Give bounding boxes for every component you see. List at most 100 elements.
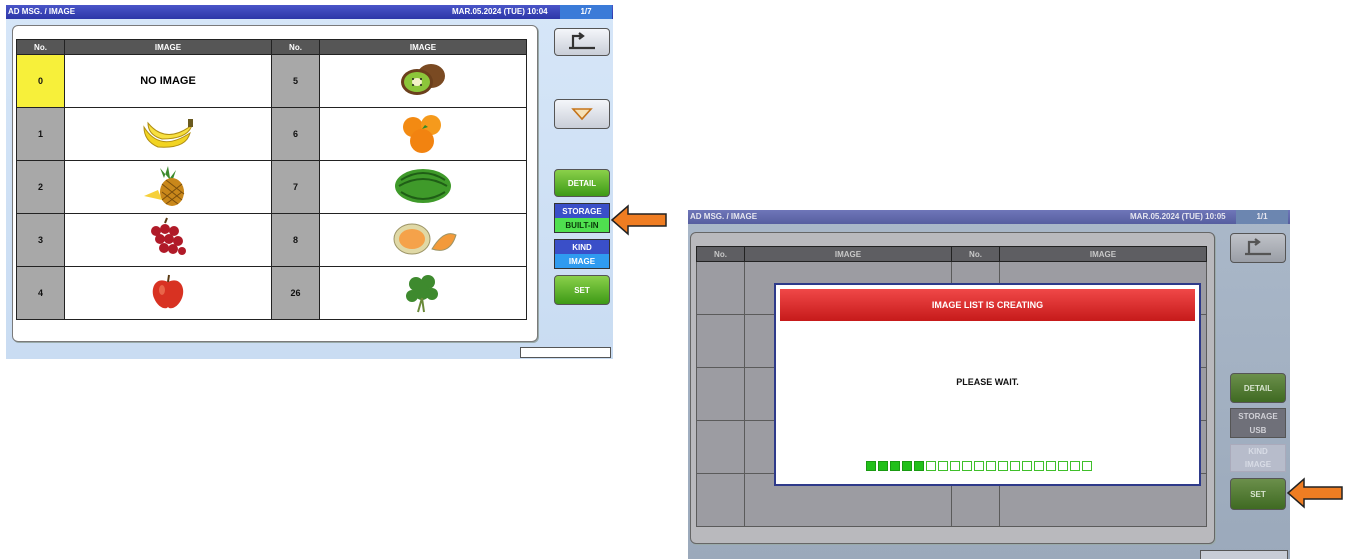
image-table: No. IMAGE No. IMAGE 0 NO IMAGE 5 1 6 2 7… — [16, 39, 527, 320]
set-button[interactable]: SET — [1230, 478, 1286, 510]
image-cell[interactable] — [64, 107, 272, 161]
image-cell[interactable] — [319, 160, 527, 214]
no-image-label: NO IMAGE — [140, 75, 196, 87]
progress-segment — [926, 461, 936, 471]
no-image-cell[interactable]: NO IMAGE — [64, 54, 272, 108]
return-arrow-icon — [569, 32, 595, 50]
banana-icon — [143, 119, 193, 148]
image-number-cell[interactable]: 3 — [16, 213, 65, 267]
image-cell[interactable] — [64, 160, 272, 214]
column-header-image: IMAGE — [744, 246, 952, 262]
detail-button[interactable]: DETAIL — [554, 169, 610, 197]
status-box — [1200, 550, 1288, 559]
column-header-no: No. — [951, 246, 1000, 262]
image-number-cell[interactable]: 26 — [271, 266, 320, 320]
progress-segment — [1082, 461, 1092, 471]
image-cell[interactable] — [64, 213, 272, 267]
column-header-no: No. — [16, 39, 65, 55]
progress-segment — [1034, 461, 1044, 471]
storage-label: STORAGE — [1231, 409, 1285, 423]
kind-label: KIND — [1231, 445, 1285, 458]
loading-dialog: IMAGE LIST IS CREATING PLEASE WAIT. — [774, 283, 1201, 486]
kind-value: IMAGE — [555, 254, 609, 268]
progress-segment — [1010, 461, 1020, 471]
column-header-no: No. — [696, 246, 745, 262]
progress-segment — [878, 461, 888, 471]
datetime: MAR.05.2024 (TUE) 10:04 — [452, 7, 548, 16]
progress-segment — [890, 461, 900, 471]
progress-segment — [1070, 461, 1080, 471]
back-button[interactable] — [554, 28, 610, 56]
orange-icon — [403, 115, 441, 153]
kind-value: IMAGE — [1231, 458, 1285, 471]
callout-arrow-icon — [610, 204, 667, 236]
screen-built-in: AD MSG. / IMAGE MAR.05.2024 (TUE) 10:04 … — [6, 5, 613, 359]
image-cell[interactable] — [319, 107, 527, 161]
image-number-cell[interactable]: 2 — [16, 160, 65, 214]
kind-indicator[interactable]: KIND IMAGE — [554, 239, 610, 269]
progress-segment — [1022, 461, 1032, 471]
watermelon-icon — [395, 169, 451, 203]
apple-icon — [152, 274, 184, 309]
page-indicator: 1/7 — [560, 5, 612, 19]
image-number-cell[interactable]: 7 — [271, 160, 320, 214]
progress-segment — [938, 461, 948, 471]
progress-segment — [1046, 461, 1056, 471]
empty-cell — [696, 367, 745, 421]
kind-label: KIND — [555, 240, 609, 254]
empty-cell — [696, 420, 745, 474]
progress-bar — [866, 461, 1092, 471]
detail-label: DETAIL — [567, 178, 597, 188]
kind-indicator: KIND IMAGE — [1230, 444, 1286, 472]
screen-title: AD MSG. / IMAGE — [690, 212, 758, 221]
grapes-icon — [151, 217, 186, 255]
progress-segment — [1058, 461, 1068, 471]
dialog-title: IMAGE LIST IS CREATING — [780, 289, 1195, 321]
detail-button[interactable]: DETAIL — [1230, 373, 1286, 403]
progress-segment — [866, 461, 876, 471]
storage-label: STORAGE — [555, 204, 609, 218]
callout-arrow-icon — [1286, 477, 1343, 509]
image-number-cell[interactable]: 5 — [271, 54, 320, 108]
back-button[interactable] — [1230, 233, 1286, 263]
empty-cell — [696, 261, 745, 315]
set-label: SET — [574, 285, 590, 295]
image-number-cell[interactable]: 8 — [271, 213, 320, 267]
set-label: SET — [1250, 489, 1266, 499]
image-number-cell[interactable]: 4 — [16, 266, 65, 320]
kiwi-icon — [401, 64, 445, 95]
image-number-cell[interactable]: 0 — [16, 54, 65, 108]
scroll-down-button[interactable] — [554, 99, 610, 129]
herb-icon — [406, 275, 438, 313]
pineapple-icon — [144, 166, 185, 206]
screen-usb-loading: AD MSG. / IMAGE MAR.05.2024 (TUE) 10:05 … — [688, 210, 1290, 559]
progress-segment — [902, 461, 912, 471]
column-header-image: IMAGE — [999, 246, 1207, 262]
storage-indicator[interactable]: STORAGE USB — [1230, 408, 1286, 438]
status-box — [520, 347, 611, 358]
title-bar: AD MSG. / IMAGE MAR.05.2024 (TUE) 10:05 … — [688, 210, 1290, 224]
storage-value: BUILT-IN — [555, 218, 609, 232]
triangle-down-icon — [571, 108, 593, 121]
image-cell[interactable] — [319, 266, 527, 320]
progress-segment — [974, 461, 984, 471]
set-button[interactable]: SET — [554, 275, 610, 305]
detail-label: DETAIL — [1243, 383, 1273, 393]
storage-indicator[interactable]: STORAGE BUILT-IN — [554, 203, 610, 233]
dialog-message: PLEASE WAIT. — [956, 377, 1019, 387]
column-header-no: No. — [271, 39, 320, 55]
image-cell[interactable] — [319, 213, 527, 267]
image-cell[interactable] — [64, 266, 272, 320]
image-number-cell[interactable]: 1 — [16, 107, 65, 161]
image-cell[interactable] — [319, 54, 527, 108]
image-number-cell[interactable]: 6 — [271, 107, 320, 161]
storage-value: USB — [1231, 423, 1285, 437]
progress-segment — [986, 461, 996, 471]
progress-segment — [950, 461, 960, 471]
title-bar: AD MSG. / IMAGE MAR.05.2024 (TUE) 10:04 … — [6, 5, 613, 19]
screen-title: AD MSG. / IMAGE — [8, 7, 76, 16]
column-header-image: IMAGE — [319, 39, 527, 55]
column-header-image: IMAGE — [64, 39, 272, 55]
progress-segment — [998, 461, 1008, 471]
page-indicator: 1/1 — [1236, 210, 1288, 224]
